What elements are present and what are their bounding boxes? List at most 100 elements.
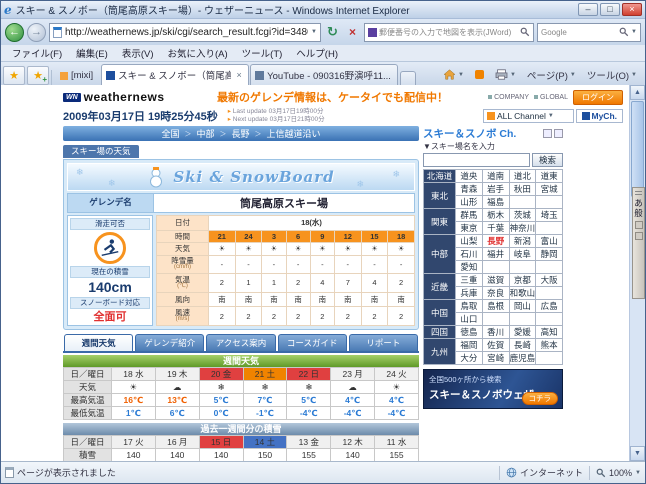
prefecture-link[interactable]: 岡山 <box>508 299 537 313</box>
prefecture-link[interactable]: 埼玉 <box>535 208 563 222</box>
menu-item[interactable]: ツール(T) <box>235 46 290 60</box>
links-bar-item-mixi[interactable]: [mixi] <box>54 66 99 85</box>
breadcrumb-item[interactable]: 中部 <box>196 127 214 140</box>
page-menu-button[interactable]: ページ(P) ▼ <box>523 65 580 84</box>
prefecture-link[interactable]: 佐賀 <box>481 338 510 352</box>
prefecture-link[interactable]: 千葉 <box>481 221 510 235</box>
drag-handle[interactable] <box>635 191 642 195</box>
ime-mode-button[interactable]: あ <box>634 198 643 208</box>
sidebar-collapse-icon[interactable] <box>543 128 552 138</box>
prefecture-link[interactable]: 長野 <box>481 234 510 248</box>
title-bar[interactable]: e スキー & スノボー（筒尾高原スキー場）- ウェザーニュース - Windo… <box>1 1 645 19</box>
prefecture-link[interactable]: 東京 <box>455 221 483 235</box>
prefecture-link[interactable]: 福岡 <box>455 338 483 352</box>
prefecture-link[interactable]: 滋賀 <box>481 273 510 287</box>
ime-mode-button[interactable]: 般 <box>634 208 643 218</box>
prefecture-link[interactable]: 宮崎 <box>481 351 510 365</box>
url-dropdown-icon[interactable]: ▼ <box>311 29 317 35</box>
refresh-button[interactable]: ↻ <box>324 24 341 41</box>
menu-item[interactable]: ヘルプ(H) <box>289 46 345 60</box>
menu-item[interactable]: 表示(V) <box>115 46 161 60</box>
stop-button[interactable]: × <box>344 24 361 41</box>
ime-tool-icon[interactable] <box>634 232 643 240</box>
prefecture-link[interactable]: 岩手 <box>481 182 510 196</box>
prefecture-link[interactable]: 鹿児島 <box>508 351 537 365</box>
add-favorite-button[interactable]: ★ + <box>27 66 49 85</box>
prefecture-link[interactable]: 熊本 <box>535 338 563 352</box>
prefecture-link[interactable]: 新潟 <box>508 234 537 248</box>
weathernews-logo[interactable]: WN weathernews <box>63 90 201 104</box>
menu-item[interactable]: 編集(E) <box>69 46 115 60</box>
prefecture-link[interactable]: 宮城 <box>535 182 563 196</box>
prefecture-link[interactable]: 広島 <box>535 299 563 313</box>
login-button[interactable]: ログイン <box>573 89 623 105</box>
all-channel-button[interactable]: ALL Channel ▼ <box>483 108 574 123</box>
search-options-icon[interactable]: ▼ <box>631 29 637 35</box>
global-link[interactable]: GLOBAL <box>533 94 568 101</box>
prefecture-link[interactable]: 愛媛 <box>508 325 537 339</box>
search-icon[interactable] <box>619 27 629 37</box>
prefecture-link[interactable]: 秋田 <box>508 182 537 196</box>
prefecture-link[interactable]: 大阪 <box>535 273 563 287</box>
browser-tab[interactable]: YouTube - 090316野演呼11... <box>250 64 399 85</box>
prefecture-link[interactable]: 奈良 <box>481 286 510 300</box>
ad-button[interactable]: コチラ <box>521 392 558 405</box>
breadcrumb-item[interactable]: 上信越道沿い <box>267 127 321 140</box>
content-tab[interactable]: 週間天気 <box>64 334 134 351</box>
prefecture-link[interactable]: 京都 <box>508 273 537 287</box>
prefecture-link[interactable]: 三重 <box>455 273 483 287</box>
ski-weather-ad-banner[interactable]: 全国500ヶ所から検索 スキー＆スノボウェザー コチラ <box>423 369 563 409</box>
google-search-box[interactable]: Google ▼ <box>537 22 641 42</box>
prefecture-link[interactable]: 長崎 <box>508 338 537 352</box>
prefecture-link[interactable]: 鳥取 <box>455 299 483 313</box>
tab-close-icon[interactable]: × <box>234 70 244 80</box>
prefecture-link[interactable]: 岐阜 <box>508 247 537 261</box>
prefecture-link[interactable]: 道東 <box>535 169 563 183</box>
prefecture-link[interactable]: 静岡 <box>535 247 563 261</box>
prefecture-link[interactable]: 山形 <box>455 195 483 209</box>
close-button[interactable]: × <box>622 3 642 16</box>
prefecture-link[interactable]: 徳島 <box>455 325 483 339</box>
content-tab[interactable]: リポート <box>348 334 419 351</box>
favorites-center-button[interactable]: ★ <box>3 66 25 85</box>
prefecture-link[interactable]: 大分 <box>455 351 483 365</box>
prefecture-link[interactable]: 石川 <box>455 247 483 261</box>
company-link[interactable]: COMPANY <box>488 94 529 101</box>
search-icon[interactable] <box>520 27 530 37</box>
prefecture-link[interactable]: 山口 <box>455 312 483 326</box>
prefecture-link[interactable]: 茨城 <box>508 208 537 222</box>
scroll-down-icon[interactable]: ▼ <box>630 446 645 461</box>
prefecture-link[interactable]: 道央 <box>455 169 483 183</box>
minimize-button[interactable]: – <box>578 3 598 16</box>
prefecture-link[interactable]: 香川 <box>481 325 510 339</box>
url-field[interactable]: http://weathernews.jp/ski/cgi/search_res… <box>49 22 321 42</box>
sidebar-help-icon[interactable] <box>554 128 563 138</box>
feeds-button[interactable] <box>471 65 488 84</box>
prefecture-link[interactable]: 富山 <box>535 234 563 248</box>
tools-menu-button[interactable]: ツール(O) ▼ <box>583 65 641 84</box>
breadcrumb-item[interactable]: 長野 <box>232 127 250 140</box>
menu-item[interactable]: お気に入り(A) <box>160 46 234 60</box>
prefecture-link[interactable]: 栃木 <box>481 208 510 222</box>
prefecture-link[interactable]: 和歌山 <box>508 286 537 300</box>
prefecture-link[interactable]: 福井 <box>481 247 510 261</box>
menu-item[interactable]: ファイル(F) <box>5 46 69 60</box>
home-button[interactable]: ▼ <box>439 65 468 84</box>
prefecture-link[interactable]: 道北 <box>508 169 537 183</box>
new-tab-button[interactable] <box>400 71 417 85</box>
content-tab[interactable]: アクセス案内 <box>206 334 276 351</box>
forward-button[interactable]: → <box>27 22 46 42</box>
content-tab[interactable]: ゲレンデ紹介 <box>135 334 205 351</box>
scroll-up-icon[interactable]: ▲ <box>630 85 645 100</box>
prefecture-link[interactable]: 福島 <box>481 195 510 209</box>
ime-toolbar[interactable]: あ般 <box>632 187 645 299</box>
ime-tool-icon[interactable] <box>634 221 643 229</box>
content-tab[interactable]: コースガイド <box>277 334 347 351</box>
prefecture-link[interactable]: 青森 <box>455 182 483 196</box>
scrollbar-thumb[interactable] <box>631 101 644 197</box>
jword-search-box[interactable]: 郵便番号の入力で地図を表示(JWord) <box>364 22 534 42</box>
breadcrumb-item[interactable]: 全国 <box>161 127 179 140</box>
ski-search-button[interactable]: 検索 <box>531 153 563 167</box>
prefecture-link[interactable]: 神奈川 <box>508 221 537 235</box>
my-channel-button[interactable]: MyCh. <box>575 108 623 123</box>
